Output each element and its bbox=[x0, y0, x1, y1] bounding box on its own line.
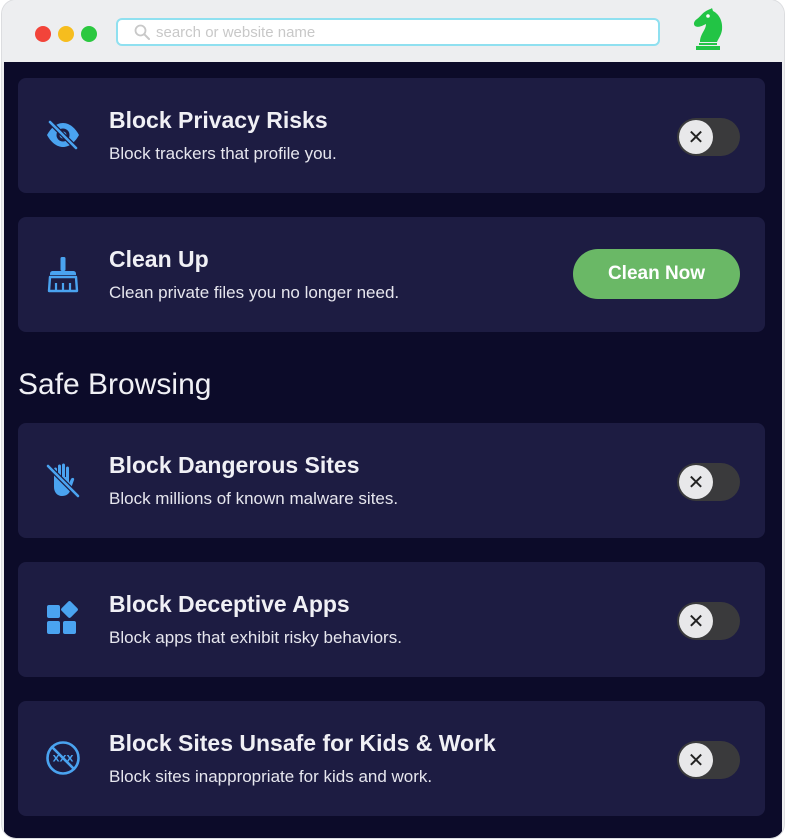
card-description: Block millions of known malware sites. bbox=[109, 489, 399, 508]
toggle-off-icon: ✕ bbox=[679, 604, 713, 638]
card-description: Block trackers that profile you. bbox=[109, 144, 337, 163]
eye-slash-icon bbox=[47, 119, 79, 151]
unsafe-sites-card: XXX Block Sites Unsafe for Kids & Work B… bbox=[18, 701, 765, 816]
zoom-window-button[interactable] bbox=[81, 26, 97, 42]
knight-logo-icon[interactable] bbox=[686, 6, 730, 54]
card-description: Block sites inappropriate for kids and w… bbox=[109, 767, 433, 786]
svg-text:XXX: XXX bbox=[53, 755, 74, 765]
search-input[interactable] bbox=[156, 23, 636, 41]
deceptive-apps-toggle[interactable]: ✕ bbox=[677, 602, 740, 640]
card-title: Clean Up bbox=[109, 246, 209, 272]
settings-panel: Block Privacy Risks Block trackers that … bbox=[4, 62, 782, 838]
address-bar[interactable] bbox=[116, 18, 660, 46]
privacy-risks-card: Block Privacy Risks Block trackers that … bbox=[18, 78, 765, 193]
browser-window: Block Privacy Risks Block trackers that … bbox=[2, 0, 784, 838]
clean-now-button[interactable]: Clean Now bbox=[573, 249, 740, 299]
search-icon bbox=[134, 24, 150, 40]
privacy-risks-toggle[interactable]: ✕ bbox=[677, 118, 740, 156]
toggle-off-icon: ✕ bbox=[679, 465, 713, 499]
card-description: Block apps that exhibit risky behaviors. bbox=[109, 628, 402, 647]
deceptive-apps-card: Block Deceptive Apps Block apps that exh… bbox=[18, 562, 765, 677]
card-title: Block Privacy Risks bbox=[109, 107, 328, 133]
card-title: Block Dangerous Sites bbox=[109, 452, 360, 478]
title-bar bbox=[2, 0, 784, 62]
toggle-off-icon: ✕ bbox=[679, 743, 713, 777]
broom-icon bbox=[47, 257, 79, 293]
dangerous-sites-card: Block Dangerous Sites Block millions of … bbox=[18, 423, 765, 538]
section-heading-safe-browsing: Safe Browsing bbox=[18, 368, 212, 401]
hand-slash-icon bbox=[45, 463, 81, 499]
close-window-button[interactable] bbox=[35, 26, 51, 42]
card-description: Clean private files you no longer need. bbox=[109, 283, 400, 302]
xxx-blocked-icon: XXX bbox=[46, 741, 80, 775]
unsafe-sites-toggle[interactable]: ✕ bbox=[677, 741, 740, 779]
toggle-off-icon: ✕ bbox=[679, 120, 713, 154]
apps-icon bbox=[47, 601, 78, 634]
clean-up-card: Clean Up Clean private files you no long… bbox=[18, 217, 765, 332]
card-title: Block Sites Unsafe for Kids & Work bbox=[109, 730, 496, 756]
dangerous-sites-toggle[interactable]: ✕ bbox=[677, 463, 740, 501]
card-title: Block Deceptive Apps bbox=[109, 591, 350, 617]
minimize-window-button[interactable] bbox=[58, 26, 74, 42]
